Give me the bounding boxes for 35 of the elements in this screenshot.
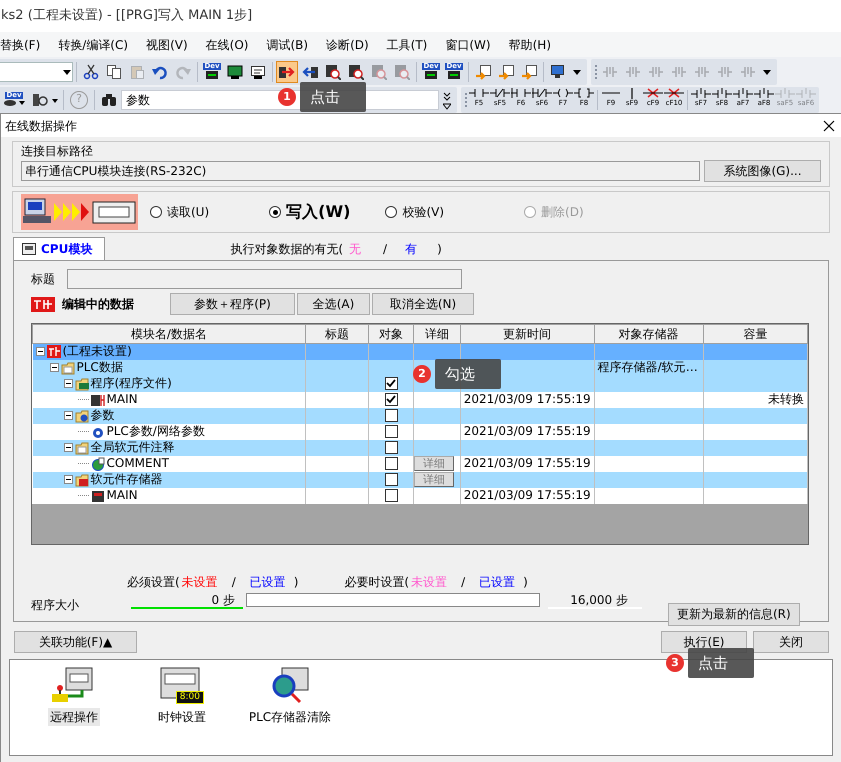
table-cell: 程序存储器/软元… (594, 360, 704, 376)
legend-text: / (461, 574, 466, 590)
legend-text: 执行对象数据的有无( (230, 240, 344, 258)
legend-text: 无 (349, 240, 362, 258)
legend-text: ) (523, 574, 528, 590)
column-header: 模块名/数据名 (32, 324, 306, 344)
size-value: 16,000 步 (548, 592, 642, 608)
field-label: 程序大小 (31, 596, 80, 614)
legend-text: 有 (405, 240, 418, 258)
column-header: 对象存储器 (594, 324, 704, 344)
legend-text: / (383, 240, 388, 258)
legend-text: 未设置 (182, 574, 218, 590)
size-value: 0 步 (131, 592, 243, 608)
legend-text: ) (437, 240, 442, 258)
column-header: 容量 (703, 324, 808, 344)
legend-text: 未设置 (411, 574, 448, 590)
legend-text: / (232, 574, 236, 590)
section-label: 编辑中的数据 (62, 296, 134, 313)
column-header: 对象 (368, 324, 414, 344)
legend-text: 必要时设置( (344, 574, 410, 590)
legend-text: 已设置 (479, 574, 516, 590)
callout-tooltip: 点击 (300, 82, 366, 112)
legend-text: 必须设置( (127, 574, 180, 590)
field-label: 标题 (31, 271, 55, 288)
column-header: 标题 (305, 324, 369, 344)
column-header: 更新时间 (460, 324, 594, 344)
dialog-title: 在线数据操作 (5, 118, 77, 134)
legend-text: 已设置 (250, 574, 286, 590)
window-title: ks2 (工程未设置) - [[PRG]写入 MAIN 1步] (1, 7, 252, 26)
callout-tooltip: 勾选 (435, 359, 501, 389)
group-label: 连接目标路径 (21, 143, 94, 160)
legend-text: ) (294, 574, 298, 590)
column-header: 详细 (414, 324, 460, 344)
connection-field: 串行通信CPU模块连接(RS-232C) (21, 161, 700, 181)
callout-tooltip: 点击 (688, 648, 754, 678)
